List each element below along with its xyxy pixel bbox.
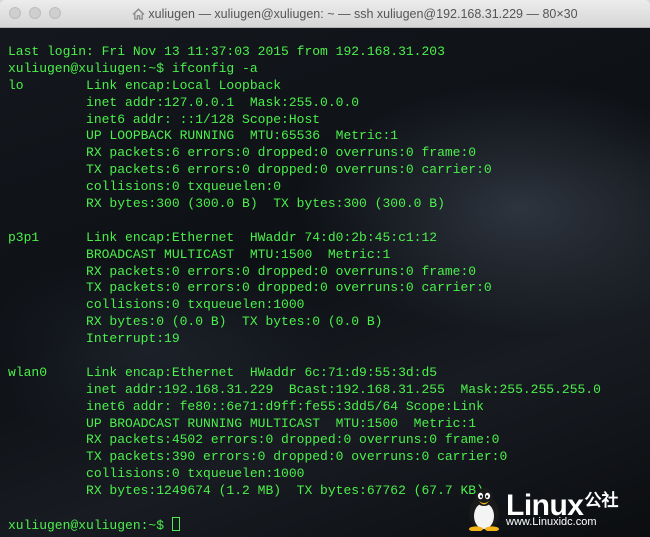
window-title-text: xuliugen — xuliugen@xuliugen: ~ — ssh xu… — [148, 7, 578, 21]
lo-line-6: TX packets:6 errors:0 dropped:0 overruns… — [8, 162, 492, 178]
p3p1-line-1: p3p1 Link encap:Ethernet HWaddr 74:d0:2b… — [8, 229, 438, 245]
p3p1-line-7: Interrupt:19 — [8, 331, 180, 347]
maximize-button[interactable] — [49, 7, 61, 19]
lo-line-7: collisions:0 txqueuelen:0 — [8, 179, 282, 195]
lo-line-8: RX bytes:300 (300.0 B) TX bytes:300 (300… — [8, 196, 445, 212]
p3p1-line-4: TX packets:0 errors:0 dropped:0 overruns… — [8, 280, 492, 296]
wlan0-line-2: inet addr:192.168.31.229 Bcast:192.168.3… — [8, 381, 601, 397]
p3p1-line-5: collisions:0 txqueuelen:1000 — [8, 297, 305, 313]
home-icon — [132, 8, 145, 20]
title-bar[interactable]: xuliugen — xuliugen@xuliugen: ~ — ssh xu… — [0, 0, 650, 28]
terminal-window: xuliugen — xuliugen@xuliugen: ~ — ssh xu… — [0, 0, 650, 537]
lo-line-4: UP LOOPBACK RUNNING MTU:65536 Metric:1 — [8, 128, 399, 144]
terminal-area[interactable]: Last login: Fri Nov 13 11:37:03 2015 fro… — [0, 28, 650, 537]
last-login-line: Last login: Fri Nov 13 11:37:03 2015 fro… — [8, 44, 445, 59]
wlan0-line-4: UP BROADCAST RUNNING MULTICAST MTU:1500 … — [8, 415, 477, 431]
lo-line-3: inet6 addr: ::1/128 Scope:Host — [8, 111, 321, 127]
minimize-button[interactable] — [29, 7, 41, 19]
lo-line-2: inet addr:127.0.0.1 Mask:255.0.0.0 — [8, 94, 360, 110]
p3p1-line-3: RX packets:0 errors:0 dropped:0 overruns… — [8, 263, 477, 279]
watermark-url: www.Linuxidc.com — [506, 516, 597, 528]
watermark-brand-cn: 公社 — [584, 491, 619, 510]
watermark-logo: Linux公社 www.Linuxidc.com — [466, 485, 644, 533]
shell-prompt: xuliugen@xuliugen:~$ — [8, 517, 172, 533]
text-cursor — [171, 516, 180, 531]
tux-penguin-icon — [469, 488, 499, 531]
wlan0-line-7: collisions:0 txqueuelen:1000 — [8, 466, 305, 482]
command-line: xuliugen@xuliugen:~$ ifconfig -a — [8, 60, 258, 76]
p3p1-line-2: BROADCAST MULTICAST MTU:1500 Metric:1 — [8, 246, 391, 262]
wlan0-line-1: wlan0 Link encap:Ethernet HWaddr 6c:71:d… — [8, 364, 438, 380]
wlan0-line-6: TX packets:390 errors:0 dropped:0 overru… — [8, 449, 508, 465]
close-button[interactable] — [9, 7, 21, 19]
wlan0-line-3: inet6 addr: fe80::6e71:d9ff:fe55:3dd5/64… — [8, 398, 484, 414]
p3p1-line-6: RX bytes:0 (0.0 B) TX bytes:0 (0.0 B) — [8, 314, 383, 330]
wlan0-line-5: RX packets:4502 errors:0 dropped:0 overr… — [8, 432, 500, 448]
lo-line-1: lo Link encap:Local Loopback — [8, 77, 282, 93]
lo-line-5: RX packets:6 errors:0 dropped:0 overruns… — [8, 145, 477, 161]
window-title: xuliugen — xuliugen@xuliugen: ~ — ssh xu… — [70, 0, 640, 28]
terminal-output: Last login: Fri Nov 13 11:37:03 2015 fro… — [8, 44, 601, 534]
